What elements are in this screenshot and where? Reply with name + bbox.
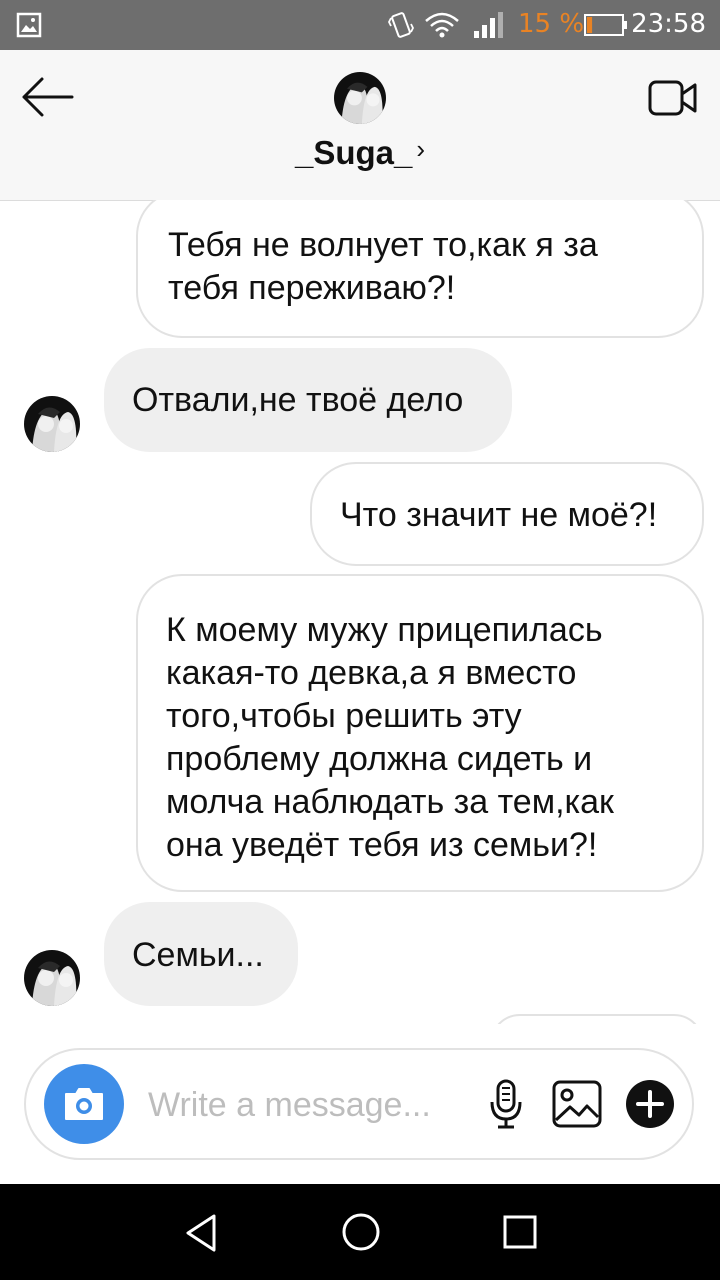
signal-icon — [474, 12, 503, 38]
nav-home-icon[interactable] — [340, 1211, 382, 1253]
message-line: Семьи... — [132, 936, 264, 974]
message-line: тебя переживаю?! — [168, 269, 456, 307]
message-input[interactable] — [148, 1080, 478, 1130]
chevron-right-icon: › — [416, 134, 426, 164]
message-bubble-incoming[interactable]: Отвали,не твоё дело — [104, 348, 512, 452]
avatar[interactable] — [334, 72, 386, 124]
image-icon[interactable] — [552, 1080, 602, 1128]
back-arrow-icon[interactable] — [20, 74, 76, 120]
camera-button[interactable] — [44, 1064, 124, 1144]
message-composer — [24, 1048, 694, 1160]
message-bubble-outgoing[interactable]: Что значит не моё?! — [310, 462, 704, 566]
message-bubble-outgoing-partial[interactable] — [490, 1014, 704, 1024]
message-line: К моему мужу прицепилась — [166, 611, 603, 649]
camera-icon — [65, 1088, 103, 1120]
message-line: молча наблюдать за тем,как — [166, 783, 614, 821]
microphone-icon[interactable] — [486, 1078, 526, 1130]
message-bubble-outgoing[interactable]: К моему мужу прицепилась какая-то девка,… — [136, 574, 704, 892]
contact-name[interactable]: _Suga_ › — [0, 134, 720, 172]
message-line: Отвали,не твоё дело — [132, 381, 464, 419]
message-list[interactable]: Тебя не волнует то,как я за тебя пережив… — [0, 200, 720, 1024]
avatar-photo — [24, 950, 80, 1006]
message-line: Тебя не волнует то,как я за — [168, 226, 598, 264]
avatar-photo — [334, 72, 386, 124]
message-line: она уведёт тебя из семьи?! — [166, 826, 598, 864]
video-camera-icon[interactable] — [648, 76, 698, 120]
battery-icon — [584, 14, 627, 36]
battery-percent: 15 % — [518, 9, 585, 39]
message-line: какая-то девка,а я вместо — [166, 654, 577, 692]
nav-recents-icon[interactable] — [502, 1214, 538, 1250]
contact-name-text: _Suga_ — [294, 134, 413, 171]
message-bubble-outgoing[interactable]: Тебя не волнует то,как я за тебя пережив… — [136, 200, 704, 338]
message-bubble-incoming[interactable]: Семьи... — [104, 902, 298, 1006]
message-line: того,чтобы решить эту — [166, 697, 522, 735]
system-nav-bar — [0, 1184, 720, 1280]
chat-header: _Suga_ › — [0, 50, 720, 201]
avatar[interactable] — [24, 396, 80, 452]
plus-icon[interactable] — [626, 1080, 674, 1128]
status-bar: 15 % 23:58 — [0, 0, 720, 50]
vibrate-icon — [388, 12, 414, 38]
message-line: Что значит не моё?! — [340, 496, 658, 534]
gallery-icon — [16, 12, 42, 38]
avatar[interactable] — [24, 950, 80, 1006]
avatar-photo — [24, 396, 80, 452]
clock: 23:58 — [631, 9, 706, 39]
nav-back-icon[interactable] — [180, 1212, 222, 1254]
wifi-icon — [425, 12, 459, 38]
message-line: проблему должна сидеть и — [166, 740, 593, 778]
